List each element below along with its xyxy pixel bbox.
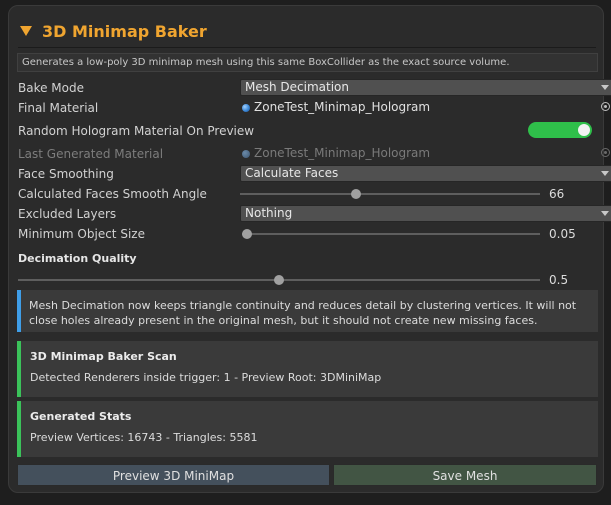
- scan-title: 3D Minimap Baker Scan: [30, 350, 177, 363]
- row-random-hologram: Random Hologram Material On Preview: [18, 122, 596, 140]
- bake-mode-dropdown[interactable]: Mesh Decimation: [240, 79, 611, 96]
- stats-card: Generated Stats Preview Vertices: 16743 …: [17, 401, 598, 457]
- material-icon: [242, 150, 250, 158]
- chevron-down-icon: [601, 85, 609, 90]
- status-bar: [17, 341, 21, 397]
- header-divider: [18, 47, 596, 48]
- stats-text: Preview Vertices: 16743 - Triangles: 558…: [30, 431, 258, 444]
- last-generated-material-value: ZoneTest_Minimap_Hologram: [254, 146, 431, 160]
- info-helpbox: Mesh Decimation now keeps triangle conti…: [17, 290, 598, 332]
- bake-mode-value: Mesh Decimation: [245, 80, 349, 94]
- material-icon: [242, 104, 250, 112]
- last-generated-material-label: Last Generated Material: [18, 147, 164, 161]
- component-title: 3D Minimap Baker: [42, 21, 207, 41]
- decimation-value[interactable]: 0.5: [549, 271, 568, 289]
- final-material-label: Final Material: [18, 101, 99, 115]
- final-material-field[interactable]: ZoneTest_Minimap_Hologram: [240, 99, 611, 116]
- excluded-layers-dropdown[interactable]: Nothing: [240, 205, 611, 222]
- info-text: Mesh Decimation now keeps triangle conti…: [29, 299, 577, 327]
- final-material-value: ZoneTest_Minimap_Hologram: [254, 100, 431, 114]
- min-object-size-value[interactable]: 0.05: [549, 225, 576, 243]
- chevron-down-icon: [601, 171, 609, 176]
- last-generated-material-field: ZoneTest_Minimap_Hologram: [240, 145, 611, 162]
- smooth-angle-label: Calculated Faces Smooth Angle: [18, 187, 207, 201]
- face-smoothing-dropdown[interactable]: Calculate Faces: [240, 165, 611, 182]
- row-last-generated-material: Last Generated Material ZoneTest_Minimap…: [18, 145, 610, 163]
- smooth-angle-slider-track[interactable]: [240, 193, 540, 195]
- row-bake-mode: Bake Mode Mesh Decimation: [18, 79, 611, 97]
- excluded-layers-value: Nothing: [245, 206, 293, 220]
- chevron-down-icon: [601, 211, 609, 216]
- info-bar: [17, 290, 21, 332]
- toggle-knob: [578, 124, 590, 136]
- face-smoothing-label: Face Smoothing: [18, 167, 114, 181]
- object-picker-icon: [601, 148, 610, 157]
- preview-minimap-button[interactable]: Preview 3D MiniMap: [17, 464, 330, 486]
- foldout-arrow-icon[interactable]: [20, 26, 32, 36]
- min-object-size-label: Minimum Object Size: [18, 227, 145, 241]
- scan-text: Detected Renderers inside trigger: 1 - P…: [30, 371, 382, 384]
- row-face-smoothing: Face Smoothing Calculate Faces: [18, 165, 611, 183]
- object-picker-icon[interactable]: [601, 102, 610, 111]
- status-bar: [17, 401, 21, 457]
- min-object-size-slider-track[interactable]: [242, 233, 540, 235]
- random-hologram-label: Random Hologram Material On Preview: [18, 124, 255, 138]
- min-object-size-slider-handle[interactable]: [242, 229, 252, 239]
- smooth-angle-slider-handle[interactable]: [351, 189, 361, 199]
- row-excluded-layers: Excluded Layers Nothing: [18, 205, 611, 223]
- random-hologram-toggle[interactable]: [528, 122, 592, 138]
- face-smoothing-value: Calculate Faces: [245, 166, 339, 180]
- save-mesh-button[interactable]: Save Mesh: [333, 464, 597, 486]
- smooth-angle-value[interactable]: 66: [549, 185, 564, 203]
- description-box: Generates a low-poly 3D minimap mesh usi…: [17, 53, 598, 72]
- scan-card: 3D Minimap Baker Scan Detected Renderers…: [17, 341, 598, 397]
- row-smooth-angle: Calculated Faces Smooth Angle 66: [18, 185, 596, 203]
- row-decimation-quality: 0.5: [18, 271, 596, 289]
- decimation-quality-title: Decimation Quality: [18, 252, 137, 265]
- excluded-layers-label: Excluded Layers: [18, 207, 117, 221]
- row-final-material: Final Material ZoneTest_Minimap_Hologram: [18, 99, 610, 117]
- bake-mode-label: Bake Mode: [18, 81, 84, 95]
- row-min-object-size: Minimum Object Size 0.05: [18, 225, 596, 243]
- stats-title: Generated Stats: [30, 410, 132, 423]
- decimation-slider-handle[interactable]: [274, 275, 284, 285]
- foldout-header[interactable]: 3D Minimap Baker: [18, 20, 207, 42]
